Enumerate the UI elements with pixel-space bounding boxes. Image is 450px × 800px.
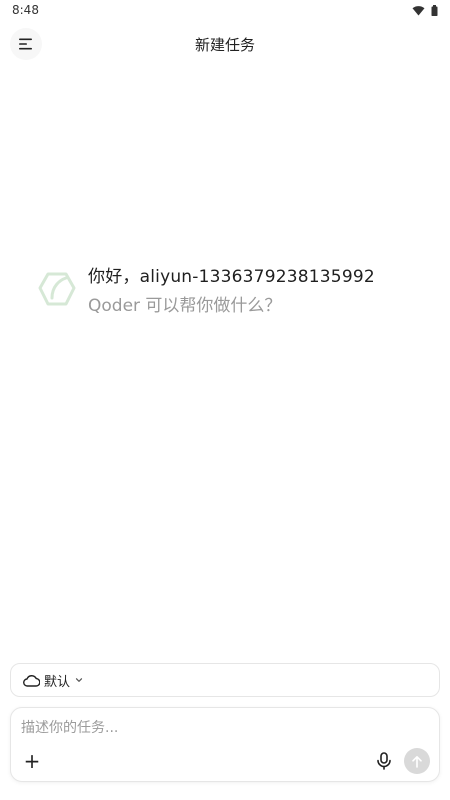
plus-icon: +: [23, 749, 41, 773]
header: 新建任务: [0, 24, 450, 64]
wifi-icon: [412, 5, 425, 15]
menu-button[interactable]: [10, 28, 42, 60]
greeting-text: 你好，aliyun-1336379238135992 Qoder 可以帮你做什么…: [88, 262, 375, 316]
new-task-screen: 8:48 新建任务 你好，aliyun-1336379238135992 Qod…: [0, 0, 450, 800]
send-button[interactable]: [404, 748, 430, 774]
qoder-logo-icon: [38, 272, 76, 306]
greeting-line: 你好，aliyun-1336379238135992: [88, 267, 375, 287]
add-attachment-button[interactable]: +: [21, 750, 43, 772]
status-time: 8:48: [12, 3, 39, 17]
status-icons: [412, 4, 438, 16]
model-selector-bar: 默认: [10, 663, 440, 697]
voice-input-button[interactable]: [373, 750, 395, 772]
page-title: 新建任务: [194, 35, 255, 54]
greeting-subline: Qoder 可以帮你做什么？: [88, 296, 282, 316]
battery-icon: [431, 4, 438, 16]
chevron-down-icon: [75, 678, 83, 682]
model-selector-label: 默认: [44, 674, 71, 690]
arrow-up-icon: [412, 755, 422, 768]
status-bar: 8:48: [0, 0, 450, 20]
microphone-icon: [377, 752, 391, 770]
task-composer: +: [10, 707, 440, 782]
model-selector[interactable]: 默认: [23, 671, 84, 690]
task-input[interactable]: [21, 716, 421, 740]
cloud-icon: [23, 674, 40, 687]
greeting: 你好，aliyun-1336379238135992 Qoder 可以帮你做什么…: [36, 262, 375, 316]
menu-icon: [19, 38, 32, 50]
